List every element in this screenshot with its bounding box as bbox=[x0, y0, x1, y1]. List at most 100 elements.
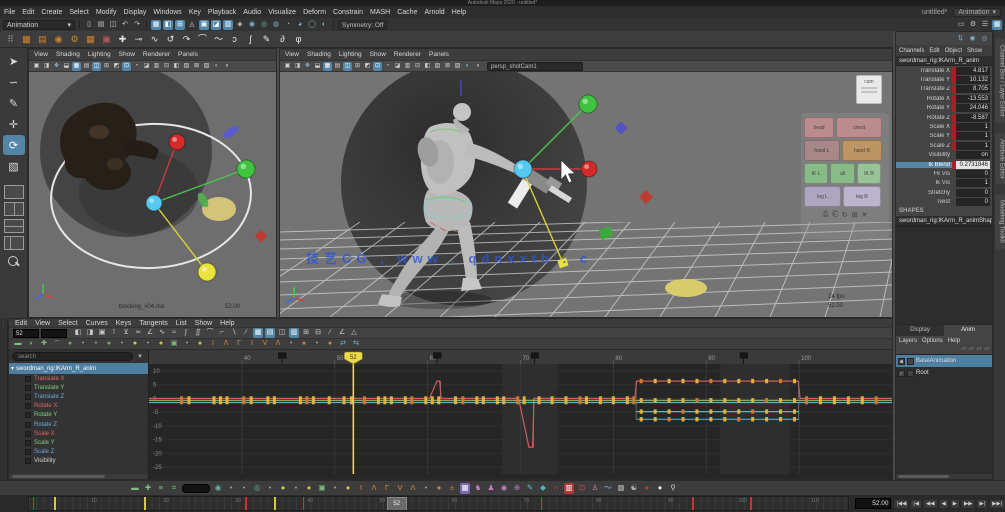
anim-tool-icon[interactable]: ⊕ bbox=[512, 483, 522, 494]
snap-icon[interactable]: ◯ bbox=[307, 20, 317, 30]
panel-menu-item[interactable]: Renderer bbox=[394, 51, 421, 58]
tangent-icon[interactable]: ● bbox=[130, 339, 140, 349]
layout-split-button[interactable] bbox=[4, 236, 24, 250]
menu-item[interactable]: Constrain bbox=[333, 9, 363, 16]
shelf-icon[interactable]: ⌒ bbox=[196, 33, 209, 46]
zoom-tool-icon[interactable] bbox=[8, 256, 20, 268]
tangent-icon[interactable]: • bbox=[182, 339, 192, 349]
shelf-icon[interactable]: ↺ bbox=[164, 33, 177, 46]
viewport-toolbar-icon[interactable]: ⬓ bbox=[62, 62, 71, 71]
channel-value-field[interactable]: 1 bbox=[956, 179, 990, 187]
anim-tool-icon[interactable]: ⊡ bbox=[577, 483, 587, 494]
viewport-toolbar-icon[interactable]: ◑ bbox=[473, 62, 482, 71]
tool-icon[interactable]: ⟳ bbox=[3, 135, 25, 155]
tangent-icon[interactable]: I bbox=[208, 339, 218, 349]
anim-tool-icon[interactable]: ● bbox=[434, 483, 444, 494]
filter-icon[interactable]: ▼ bbox=[135, 352, 145, 362]
viewport-toolbar-icon[interactable]: ▦ bbox=[323, 62, 332, 71]
snap-icon[interactable]: ▥ bbox=[223, 20, 233, 30]
layer-tool-icon[interactable]: ▱ bbox=[984, 345, 989, 354]
graph-toolbar-icon[interactable]: ∫ bbox=[181, 328, 191, 338]
graph-toolbar-icon[interactable]: ▤ bbox=[265, 328, 275, 338]
viewport-toolbar-icon[interactable]: ▥ bbox=[152, 62, 161, 71]
shelf-icon[interactable]: ▣ bbox=[100, 33, 113, 46]
anim-tool-icon[interactable]: • bbox=[291, 483, 301, 494]
picker-tool-icon[interactable]: ↻ bbox=[842, 211, 848, 219]
graph-toolbar-icon[interactable]: ≈ bbox=[169, 328, 179, 338]
anim-tool-icon[interactable]: ● bbox=[343, 483, 353, 494]
viewport-toolbar-icon[interactable]: ◩ bbox=[112, 62, 121, 71]
channel-row[interactable]: Ik Vis 1 bbox=[896, 179, 992, 188]
anim-tool-icon[interactable]: ● bbox=[304, 483, 314, 494]
viewport-toolbar-icon[interactable]: ◔ bbox=[132, 62, 141, 71]
shelf-icon[interactable]: ▩ bbox=[20, 33, 33, 46]
tool-icon[interactable]: ▧ bbox=[3, 156, 25, 176]
tangent-icon[interactable]: ▣ bbox=[169, 339, 179, 349]
shelf-icon[interactable]: ⠿ bbox=[4, 33, 17, 46]
playback-button[interactable]: ◀ bbox=[939, 499, 949, 509]
tangent-icon[interactable]: • bbox=[312, 339, 322, 349]
channel-value-field[interactable]: on bbox=[956, 151, 990, 159]
tangent-icon[interactable]: ⇄ bbox=[338, 339, 348, 349]
channel-value-field[interactable]: 0 bbox=[956, 198, 990, 206]
graph-menu-item[interactable]: View bbox=[35, 320, 50, 327]
layer-lock-toggle[interactable] bbox=[907, 370, 914, 377]
viewport-toolbar-icon[interactable]: ⊡ bbox=[373, 62, 382, 71]
graph-toolbar-icon[interactable]: ▣ bbox=[97, 328, 107, 338]
snap-icon[interactable]: ◪ bbox=[211, 20, 221, 30]
tool-icon[interactable]: ✎ bbox=[3, 93, 25, 113]
viewport-toolbar-icon[interactable]: ▤ bbox=[333, 62, 342, 71]
anim-layer-row[interactable]: ✓ Root bbox=[896, 367, 992, 379]
sidebar-toggle-icon[interactable]: ⚙ bbox=[968, 20, 978, 30]
channel-box-menu[interactable]: Object bbox=[945, 48, 962, 54]
channel-value-field[interactable]: -13.553 bbox=[956, 95, 990, 103]
key-entry-field[interactable] bbox=[182, 484, 210, 493]
channel-value-field[interactable]: 1 bbox=[956, 123, 990, 131]
viewport-toolbar-icon[interactable]: ▧ bbox=[202, 62, 211, 71]
picker-button[interactable]: hand L bbox=[804, 140, 840, 161]
timeline-keyframe[interactable] bbox=[692, 497, 694, 511]
graph-menu-item[interactable]: Edit bbox=[15, 320, 27, 327]
graph-channel-row[interactable]: Scale X bbox=[9, 429, 148, 438]
snap-icon[interactable]: ◐ bbox=[319, 20, 329, 30]
viewport-toolbar-icon[interactable]: ◪ bbox=[393, 62, 402, 71]
snap-icon[interactable]: ◎ bbox=[259, 20, 269, 30]
anim-tool-icon[interactable]: ♞ bbox=[473, 483, 483, 494]
layer-tool-icon[interactable]: ▱ bbox=[977, 345, 982, 354]
anim-tool-icon[interactable]: ● bbox=[655, 483, 665, 494]
tangent-icon[interactable]: ◗ bbox=[26, 339, 36, 349]
viewport-toolbar-icon[interactable]: ◪ bbox=[142, 62, 151, 71]
graph-menu-item[interactable]: List bbox=[176, 320, 187, 327]
anim-tool-icon[interactable]: ⚲ bbox=[668, 483, 678, 494]
viewport-toolbar-icon[interactable]: ⊞ bbox=[353, 62, 362, 71]
anim-tool-icon[interactable]: • bbox=[421, 483, 431, 494]
viewport-toolbar-icon[interactable]: ◩ bbox=[363, 62, 372, 71]
timeline-keyframe[interactable] bbox=[303, 497, 305, 511]
channel-value-field[interactable]: -8.587 bbox=[956, 114, 990, 122]
timeline-bookmark[interactable] bbox=[144, 497, 146, 511]
viewport-persp-canvas[interactable]: 技艺CG , www . qdnxxtb . c cam headchestha… bbox=[280, 72, 892, 317]
menu-item[interactable]: Deform bbox=[303, 9, 326, 16]
graph-toolbar-icon[interactable]: ≃ bbox=[133, 328, 143, 338]
anim-tool-icon[interactable]: Λ bbox=[369, 483, 379, 494]
graph-channel-row[interactable]: Translate X bbox=[9, 374, 148, 383]
anim-tool-icon[interactable]: ♟ bbox=[486, 483, 496, 494]
panel-menu-item[interactable]: Shading bbox=[56, 51, 80, 58]
picker-button[interactable]: chest bbox=[836, 117, 882, 138]
menu-item[interactable]: Create bbox=[41, 9, 62, 16]
channel-row[interactable]: Visibility on bbox=[896, 151, 992, 160]
anim-tool-icon[interactable]: ◆ bbox=[538, 483, 548, 494]
menu-item[interactable]: Edit bbox=[22, 9, 34, 16]
timeline-keyframe[interactable] bbox=[750, 497, 752, 511]
tool-icon[interactable]: ✛ bbox=[3, 114, 25, 134]
timeline-keyframe[interactable] bbox=[541, 497, 543, 511]
graph-channel-row[interactable]: Rotate Y bbox=[9, 411, 148, 420]
shelf-icon[interactable]: ▤ bbox=[36, 33, 49, 46]
layer-tool-icon[interactable]: ▱ bbox=[962, 345, 967, 354]
statusbar-icon[interactable]: ▯ bbox=[84, 20, 94, 30]
layer-menu-item[interactable]: Help bbox=[948, 338, 960, 344]
playback-button[interactable]: ▶| bbox=[976, 499, 988, 509]
graph-toolbar-icon[interactable]: ◨ bbox=[85, 328, 95, 338]
layer-menu-item[interactable]: Options bbox=[922, 338, 943, 344]
panel-menu-item[interactable]: Renderer bbox=[143, 51, 170, 58]
